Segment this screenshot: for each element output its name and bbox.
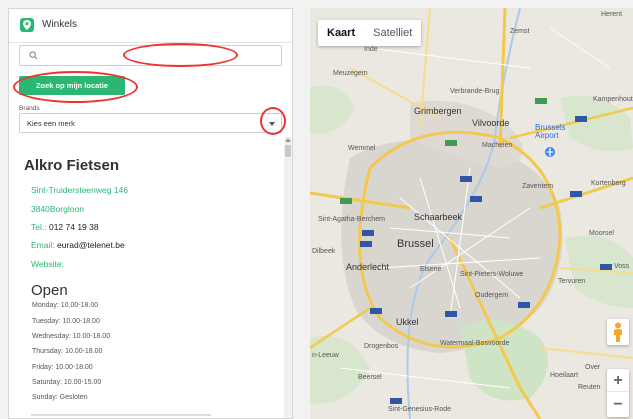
map-label: Drogenbos xyxy=(364,343,399,350)
hours-saturday: Saturday: 10.00-15.00 xyxy=(32,379,102,386)
zoom-out-button[interactable]: − xyxy=(607,393,629,416)
hours-monday: Monday: 10.00-18.00 xyxy=(32,302,99,309)
store-city: 3840Borgloon xyxy=(31,204,84,214)
store-email: Email: eurad@telenet.be xyxy=(31,240,125,250)
open-status: Open xyxy=(31,282,68,299)
map-label: Zemst xyxy=(510,28,530,35)
map-label: Kortenberg xyxy=(591,180,626,187)
phone-value[interactable]: 012 74 19 38 xyxy=(49,222,99,232)
map-type-tabs: Kaart Satelliet xyxy=(318,20,422,46)
map-label: Beersel xyxy=(358,374,382,381)
search-icon xyxy=(29,51,38,60)
scroll-up-icon[interactable] xyxy=(285,138,291,142)
store-website-label: Website: xyxy=(31,259,64,269)
zoom-control: + − xyxy=(607,369,629,417)
panel-title: Winkels xyxy=(42,19,78,30)
map-label-airport: Brussels Airport xyxy=(535,123,566,140)
map-label: n-Leeuw xyxy=(312,352,339,359)
store-name: Alkro Fietsen xyxy=(24,157,120,174)
map-label: Moorsel xyxy=(589,230,614,237)
map-label: Machelen xyxy=(482,142,513,149)
email-value[interactable]: eurad@telenet.be xyxy=(57,240,125,250)
map-view[interactable]: Kaart Satelliet Herent Zemst Inde Meuzeg… xyxy=(310,8,633,419)
brand-select[interactable]: Kies een merk xyxy=(19,113,282,133)
zoom-in-button[interactable]: + xyxy=(607,369,629,392)
map-label-brussel: Brussel xyxy=(397,238,434,250)
map-label: Kampenhout xyxy=(593,96,633,103)
street-view-pegman-icon[interactable] xyxy=(607,319,629,345)
map-label: Reuten xyxy=(578,384,601,391)
map-label: Over xyxy=(585,364,601,371)
annotation-circle-search xyxy=(123,43,238,67)
map-label: Anderlecht xyxy=(346,262,390,272)
map-label: Ukkel xyxy=(396,317,419,327)
map-label: Inde xyxy=(364,46,378,53)
map-label: Grimbergen xyxy=(414,106,462,116)
hours-friday: Friday: 10.00-18.00 xyxy=(32,364,93,371)
store-street: Sint-Truidersteenweg 146 xyxy=(31,185,129,195)
store-phone: Tel.: 012 74 19 38 xyxy=(31,222,99,232)
map-label: Schaarbeek xyxy=(414,212,463,222)
phone-label: Tel.: xyxy=(31,222,47,232)
annotation-circle-locate xyxy=(13,71,138,103)
map-label: Tervuren xyxy=(558,278,586,285)
map-label: Oudergem xyxy=(475,292,509,299)
brands-label: Brands xyxy=(19,105,40,112)
scroll-thumb[interactable] xyxy=(285,145,291,157)
tab-kaart[interactable]: Kaart xyxy=(318,20,364,46)
map-label: Herent xyxy=(601,11,623,18)
hours-tuesday: Tuesday: 10.00-18.00 xyxy=(32,318,100,325)
map-label: Hoeilaart xyxy=(550,372,579,379)
map-pin-logo-icon xyxy=(20,18,34,32)
store-locator-page: Winkels Zoek op mijn locatie Brands Kies… xyxy=(0,0,633,419)
map-label: Wemmel xyxy=(348,145,376,152)
hours-thursday: Thursday: 10.00-18.00 xyxy=(32,348,103,355)
map-label: Watermaal-Bosvoorde xyxy=(440,340,510,347)
hours-sunday: Sunday: Gesloten xyxy=(32,394,88,401)
map-label: Sint-Agatha-Berchem xyxy=(318,216,385,223)
map-label: Vilvoorde xyxy=(472,118,510,128)
annotation-circle-dropdown xyxy=(260,107,286,135)
panel-header: Winkels xyxy=(9,9,292,43)
store-panel: Winkels Zoek op mijn locatie Brands Kies… xyxy=(8,8,293,419)
hours-wednesday: Wednesday: 10.00-18.00 xyxy=(32,333,111,340)
map-label: Sint-Pieters-Woluwe xyxy=(460,271,524,278)
map-label: Sint-Genesius-Rode xyxy=(388,406,452,413)
scrollbar[interactable] xyxy=(284,137,292,418)
map-label: Elsene xyxy=(420,266,442,273)
tab-satelliet[interactable]: Satelliet xyxy=(364,20,421,46)
map-label: Dilbeek xyxy=(312,248,336,255)
map-label: Voss xyxy=(614,263,630,270)
brand-select-value: Kies een merk xyxy=(27,119,75,128)
truncated-line xyxy=(31,414,211,416)
map-label: Verbrande-Brug xyxy=(450,88,500,95)
map-label: Zaventem xyxy=(522,183,554,190)
email-label: Email: xyxy=(31,240,55,250)
map-label: Meuzegem xyxy=(333,70,368,77)
